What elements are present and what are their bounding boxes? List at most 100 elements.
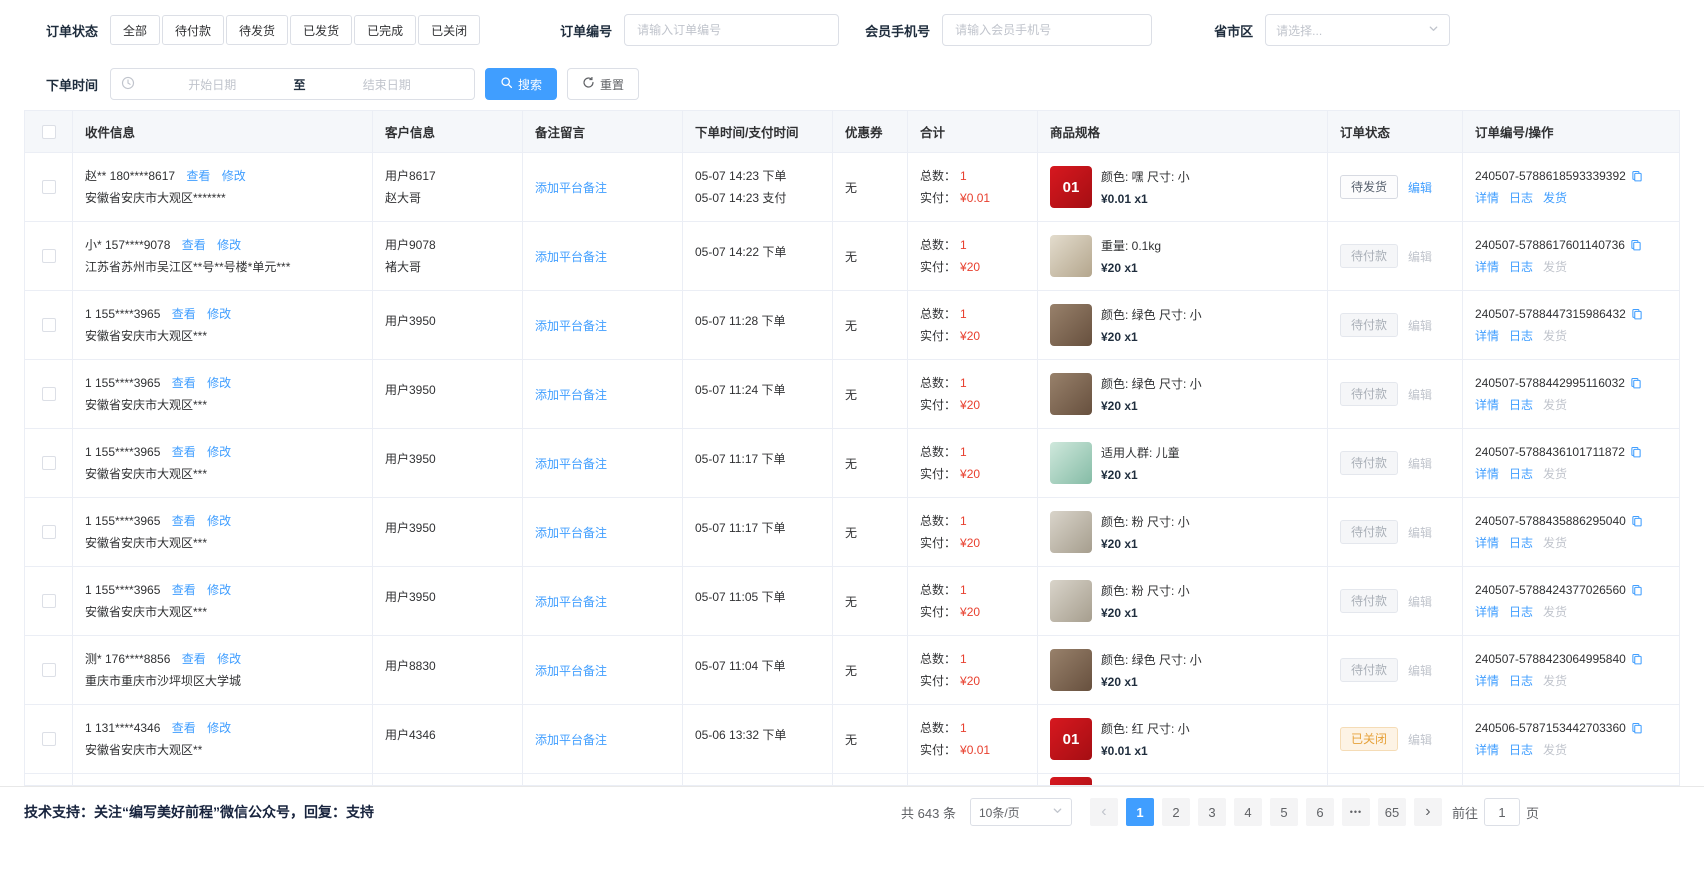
ship-link[interactable]: 发货 xyxy=(1543,398,1567,413)
edit-order-link[interactable]: 编辑 xyxy=(1408,662,1432,679)
modify-recipient-link[interactable]: 修改 xyxy=(207,721,231,735)
modify-recipient-link[interactable]: 修改 xyxy=(217,238,241,252)
status-filter-shipped[interactable]: 已发货 xyxy=(290,15,352,45)
view-recipient-link[interactable]: 查看 xyxy=(172,307,196,321)
copy-icon[interactable] xyxy=(1631,653,1643,665)
row-checkbox[interactable] xyxy=(42,456,56,470)
status-filter-pending-shipment[interactable]: 待发货 xyxy=(226,15,288,45)
add-note-link[interactable]: 添加平台备注 xyxy=(535,248,670,265)
ship-link[interactable]: 发货 xyxy=(1543,329,1567,344)
order-detail-link[interactable]: 详情 xyxy=(1475,260,1499,275)
add-note-link[interactable]: 添加平台备注 xyxy=(535,179,670,196)
copy-icon[interactable] xyxy=(1630,377,1642,389)
add-note-link[interactable]: 添加平台备注 xyxy=(535,593,670,610)
add-note-link[interactable]: 添加平台备注 xyxy=(535,731,670,748)
order-log-link[interactable]: 日志 xyxy=(1509,191,1533,206)
pagination-page-6[interactable]: 6 xyxy=(1306,798,1334,826)
search-button[interactable]: 搜索 xyxy=(485,68,557,100)
order-log-link[interactable]: 日志 xyxy=(1509,674,1533,689)
ship-link[interactable]: 发货 xyxy=(1543,536,1567,551)
edit-order-link[interactable]: 编辑 xyxy=(1408,317,1432,334)
edit-order-link[interactable]: 编辑 xyxy=(1408,731,1432,748)
view-recipient-link[interactable]: 查看 xyxy=(172,445,196,459)
view-recipient-link[interactable]: 查看 xyxy=(172,721,196,735)
order-no-input[interactable] xyxy=(624,14,839,46)
goto-page-input[interactable] xyxy=(1484,798,1520,826)
date-range-picker[interactable]: 开始日期 至 结束日期 xyxy=(110,68,475,100)
status-filter-all[interactable]: 全部 xyxy=(110,15,160,45)
edit-order-link[interactable]: 编辑 xyxy=(1408,179,1432,196)
modify-recipient-link[interactable]: 修改 xyxy=(207,445,231,459)
edit-order-link[interactable]: 编辑 xyxy=(1408,593,1432,610)
order-detail-link[interactable]: 详情 xyxy=(1475,191,1499,206)
ship-link[interactable]: 发货 xyxy=(1543,467,1567,482)
ship-link[interactable]: 发货 xyxy=(1543,191,1567,206)
pagination-page-2[interactable]: 2 xyxy=(1162,798,1190,826)
add-note-link[interactable]: 添加平台备注 xyxy=(535,662,670,679)
copy-icon[interactable] xyxy=(1630,239,1642,251)
status-filter-closed[interactable]: 已关闭 xyxy=(418,15,480,45)
view-recipient-link[interactable]: 查看 xyxy=(172,514,196,528)
row-checkbox[interactable] xyxy=(42,525,56,539)
order-detail-link[interactable]: 详情 xyxy=(1475,467,1499,482)
ship-link[interactable]: 发货 xyxy=(1543,743,1567,758)
row-checkbox[interactable] xyxy=(42,249,56,263)
ship-link[interactable]: 发货 xyxy=(1543,260,1567,275)
order-detail-link[interactable]: 详情 xyxy=(1475,536,1499,551)
order-detail-link[interactable]: 详情 xyxy=(1475,605,1499,620)
modify-recipient-link[interactable]: 修改 xyxy=(222,169,246,183)
copy-icon[interactable] xyxy=(1631,584,1643,596)
view-recipient-link[interactable]: 查看 xyxy=(172,376,196,390)
order-log-link[interactable]: 日志 xyxy=(1509,467,1533,482)
order-log-link[interactable]: 日志 xyxy=(1509,329,1533,344)
select-all-checkbox[interactable] xyxy=(42,125,56,139)
end-date-input[interactable]: 结束日期 xyxy=(310,76,465,93)
order-log-link[interactable]: 日志 xyxy=(1509,536,1533,551)
start-date-input[interactable]: 开始日期 xyxy=(135,76,290,93)
order-detail-link[interactable]: 详情 xyxy=(1475,398,1499,413)
next-page-button[interactable]: › xyxy=(1414,798,1442,826)
add-note-link[interactable]: 添加平台备注 xyxy=(535,317,670,334)
view-recipient-link[interactable]: 查看 xyxy=(186,169,210,183)
status-filter-completed[interactable]: 已完成 xyxy=(354,15,416,45)
row-checkbox[interactable] xyxy=(42,180,56,194)
copy-icon[interactable] xyxy=(1631,170,1643,182)
ship-link[interactable]: 发货 xyxy=(1543,605,1567,620)
view-recipient-link[interactable]: 查看 xyxy=(182,238,206,252)
ship-link[interactable]: 发货 xyxy=(1543,674,1567,689)
row-checkbox[interactable] xyxy=(42,732,56,746)
modify-recipient-link[interactable]: 修改 xyxy=(207,583,231,597)
edit-order-link[interactable]: 编辑 xyxy=(1408,524,1432,541)
order-log-link[interactable]: 日志 xyxy=(1509,260,1533,275)
add-note-link[interactable]: 添加平台备注 xyxy=(535,455,670,472)
copy-icon[interactable] xyxy=(1631,722,1643,734)
prev-page-button[interactable]: ‹ xyxy=(1090,798,1118,826)
copy-icon[interactable] xyxy=(1630,446,1642,458)
phone-input[interactable] xyxy=(942,14,1152,46)
row-checkbox[interactable] xyxy=(42,387,56,401)
modify-recipient-link[interactable]: 修改 xyxy=(207,514,231,528)
edit-order-link[interactable]: 编辑 xyxy=(1408,386,1432,403)
order-detail-link[interactable]: 详情 xyxy=(1475,743,1499,758)
row-checkbox[interactable] xyxy=(42,594,56,608)
page-size-select[interactable]: 10条/页 xyxy=(970,798,1072,826)
edit-order-link[interactable]: 编辑 xyxy=(1408,248,1432,265)
row-checkbox[interactable] xyxy=(42,318,56,332)
view-recipient-link[interactable]: 查看 xyxy=(172,583,196,597)
modify-recipient-link[interactable]: 修改 xyxy=(207,307,231,321)
status-filter-pending-payment[interactable]: 待付款 xyxy=(162,15,224,45)
order-detail-link[interactable]: 详情 xyxy=(1475,674,1499,689)
pagination-page-65[interactable]: 65 xyxy=(1378,798,1406,826)
order-detail-link[interactable]: 详情 xyxy=(1475,329,1499,344)
pagination-ellipsis[interactable]: ••• xyxy=(1342,798,1370,826)
modify-recipient-link[interactable]: 修改 xyxy=(217,652,241,666)
order-log-link[interactable]: 日志 xyxy=(1509,605,1533,620)
pagination-page-3[interactable]: 3 xyxy=(1198,798,1226,826)
add-note-link[interactable]: 添加平台备注 xyxy=(535,386,670,403)
order-log-link[interactable]: 日志 xyxy=(1509,743,1533,758)
order-log-link[interactable]: 日志 xyxy=(1509,398,1533,413)
edit-order-link[interactable]: 编辑 xyxy=(1408,455,1432,472)
add-note-link[interactable]: 添加平台备注 xyxy=(535,524,670,541)
pagination-page-4[interactable]: 4 xyxy=(1234,798,1262,826)
region-select[interactable]: 请选择... xyxy=(1265,14,1450,46)
